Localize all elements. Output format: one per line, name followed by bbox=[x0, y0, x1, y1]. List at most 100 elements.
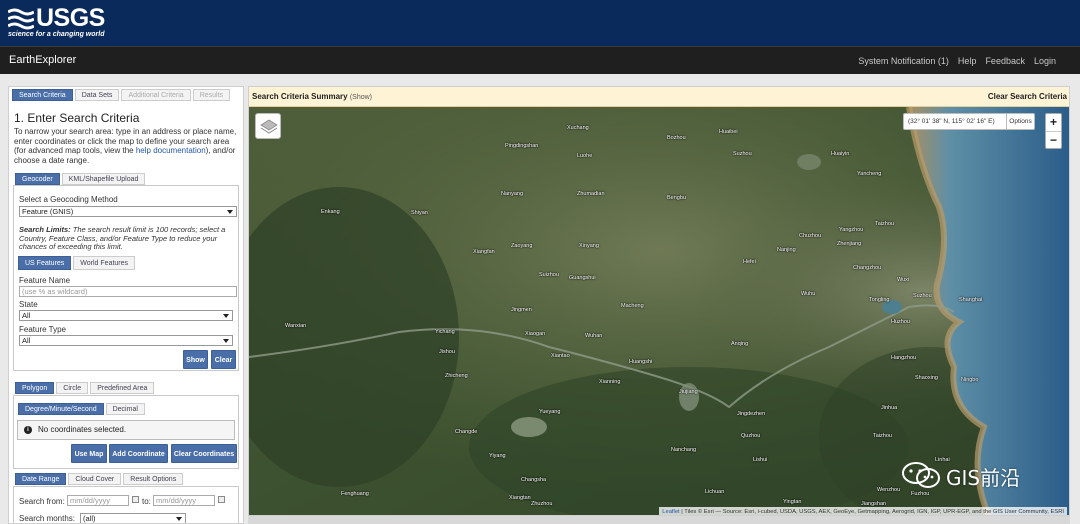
clear-search-criteria-link[interactable]: Clear Search Criteria bbox=[988, 92, 1067, 101]
map-panel: Search Criteria Summary (Show) Clear Sea… bbox=[248, 86, 1070, 516]
wechat-watermark: GIS前沿 bbox=[900, 460, 1050, 490]
add-coordinate-button[interactable]: Add Coordinate bbox=[109, 444, 168, 463]
tab-results[interactable]: Results bbox=[192, 89, 231, 101]
city-label: Wenzhou bbox=[877, 487, 901, 493]
tab-kml-upload[interactable]: KML/Shapefile Upload bbox=[61, 173, 146, 185]
tab-result-options[interactable]: Result Options bbox=[123, 473, 184, 485]
city-label: Nanyang bbox=[501, 191, 524, 197]
search-months-select[interactable]: (all) bbox=[80, 513, 186, 523]
usgs-tagline: science for a changing world bbox=[8, 31, 105, 38]
calendar-to-icon[interactable] bbox=[218, 496, 225, 503]
city-label: Zaoyang bbox=[511, 243, 533, 249]
feature-tabs: US Features World Features bbox=[18, 256, 136, 270]
feature-type-label: Feature Type bbox=[19, 325, 66, 334]
tab-predefined-area[interactable]: Predefined Area bbox=[90, 382, 155, 394]
tab-us-features[interactable]: US Features bbox=[18, 256, 72, 270]
city-label: Anqing bbox=[731, 341, 749, 347]
usgs-logo[interactable]: USGS science for a changing world bbox=[8, 4, 118, 42]
state-select[interactable]: All bbox=[19, 310, 233, 321]
use-map-button[interactable]: Use Map bbox=[71, 444, 107, 463]
city-label: Taizhou bbox=[873, 433, 892, 439]
city-label: Tongling bbox=[869, 297, 890, 303]
city-label: Jiujiang bbox=[679, 389, 698, 395]
city-label: Taizhou bbox=[875, 221, 894, 227]
summary-title: Search Criteria Summary (Show) bbox=[252, 92, 372, 101]
city-label: Xiantao bbox=[551, 353, 570, 359]
clear-coordinates-button[interactable]: Clear Coordinates bbox=[171, 444, 237, 463]
search-summary-bar: Search Criteria Summary (Show) Clear Sea… bbox=[249, 87, 1069, 107]
page-scrollbar[interactable] bbox=[1070, 86, 1080, 524]
tab-additional-criteria[interactable]: Additional Criteria bbox=[121, 89, 191, 101]
hongze-lake bbox=[797, 154, 821, 170]
leaflet-link[interactable]: Leaflet bbox=[662, 509, 679, 515]
tab-world-features[interactable]: World Features bbox=[73, 256, 136, 270]
date-to-input[interactable]: mm/dd/yyyy bbox=[153, 495, 215, 506]
city-label: Changsha bbox=[521, 477, 547, 483]
city-label: Wuhu bbox=[801, 291, 816, 297]
city-label: Shiyan bbox=[411, 210, 428, 216]
tab-polygon[interactable]: Polygon bbox=[15, 382, 55, 394]
city-label: Hangzhou bbox=[891, 355, 917, 361]
tab-geocoder[interactable]: Geocoder bbox=[15, 173, 60, 185]
feature-name-input[interactable]: (use % as wildcard) bbox=[19, 286, 237, 297]
city-label: Xinyang bbox=[579, 243, 599, 249]
city-label: Huangshi bbox=[629, 359, 653, 365]
city-label: Yangzhou bbox=[839, 227, 864, 233]
city-label: Jingmen bbox=[511, 307, 532, 313]
city-label: Nanjing bbox=[777, 247, 796, 253]
city-label: Jishou bbox=[439, 349, 455, 355]
geocoding-method-select[interactable]: Feature (GNIS) bbox=[19, 206, 237, 217]
city-label: Lishui bbox=[753, 457, 768, 463]
tab-date-range[interactable]: Date Range bbox=[15, 473, 67, 485]
section-heading: 1. Enter Search Criteria bbox=[14, 111, 140, 125]
city-label: Guangshui bbox=[569, 275, 596, 281]
summary-show-toggle[interactable]: (Show) bbox=[350, 94, 372, 101]
nav-system-notification[interactable]: System Notification (1) bbox=[858, 56, 949, 66]
city-label: Fuzhou bbox=[911, 491, 930, 497]
nav-feedback[interactable]: Feedback bbox=[985, 56, 1025, 66]
zoom-out-button[interactable]: − bbox=[1046, 131, 1061, 148]
usgs-banner: USGS science for a changing world bbox=[0, 0, 1080, 46]
feature-type-select[interactable]: All bbox=[19, 335, 233, 346]
map-attribution: Leaflet | Tiles © Esri — Source: Esri, i… bbox=[659, 507, 1067, 515]
tab-degree-minute-second[interactable]: Degree/Minute/Second bbox=[18, 403, 104, 415]
city-label: Wuxi bbox=[897, 277, 910, 283]
coordinate-text: (32° 01' 38" N, 115° 02' 16" E) bbox=[908, 118, 995, 125]
poyang-lake bbox=[679, 383, 699, 411]
tab-search-criteria[interactable]: Search Criteria bbox=[12, 89, 73, 101]
tab-circle[interactable]: Circle bbox=[56, 382, 89, 394]
satellite-map[interactable]: Xuchang Bozhou Huaibei Pingdingshan Luohe Suz… bbox=[249, 107, 1069, 515]
tab-data-sets[interactable]: Data Sets bbox=[74, 89, 120, 101]
tab-decimal[interactable]: Decimal bbox=[105, 403, 145, 415]
options-button[interactable]: Options bbox=[1006, 114, 1034, 129]
city-label: Changzhou bbox=[853, 265, 882, 271]
search-limits-note: Search Limits: The search result limit i… bbox=[19, 225, 229, 252]
tab-cloud-cover[interactable]: Cloud Cover bbox=[68, 473, 122, 485]
nav-help[interactable]: Help bbox=[958, 56, 977, 66]
geocoding-method-label: Select a Geocoding Method bbox=[19, 195, 118, 204]
city-label: Xuchang bbox=[567, 125, 589, 131]
show-button[interactable]: Show bbox=[183, 350, 208, 369]
geocoder-tabs: Geocoder KML/Shapefile Upload bbox=[15, 173, 146, 185]
help-documentation-link[interactable]: help documentation bbox=[136, 146, 206, 155]
city-label: Yichang bbox=[435, 329, 455, 335]
clear-button[interactable]: Clear bbox=[211, 350, 236, 369]
app-title[interactable]: EarthExplorer bbox=[9, 54, 76, 66]
layers-control[interactable] bbox=[255, 113, 281, 139]
city-label: Ningbo bbox=[961, 377, 979, 383]
city-label: Huaiyin bbox=[831, 151, 850, 157]
city-label: Luohe bbox=[577, 153, 593, 159]
usgs-wave-icon bbox=[8, 6, 34, 32]
calendar-from-icon[interactable] bbox=[132, 496, 139, 503]
coordinate-readout: (32° 01' 38" N, 115° 02' 16" E) Options bbox=[903, 113, 1035, 130]
date-from-input[interactable]: mm/dd/yyyy bbox=[67, 495, 129, 506]
city-label: Jinhua bbox=[881, 405, 898, 411]
city-label: Bengbu bbox=[667, 195, 686, 201]
nav-login[interactable]: Login bbox=[1034, 56, 1056, 66]
no-coordinates-message: i No coordinates selected. bbox=[17, 420, 235, 440]
city-label: Suizhou bbox=[539, 272, 559, 278]
map-horizontal-scrollbar[interactable] bbox=[248, 516, 1070, 524]
city-label: Jingdezhen bbox=[737, 411, 766, 417]
main-tabs: Search Criteria Data Sets Additional Cri… bbox=[12, 89, 231, 101]
zoom-in-button[interactable]: + bbox=[1046, 114, 1061, 131]
